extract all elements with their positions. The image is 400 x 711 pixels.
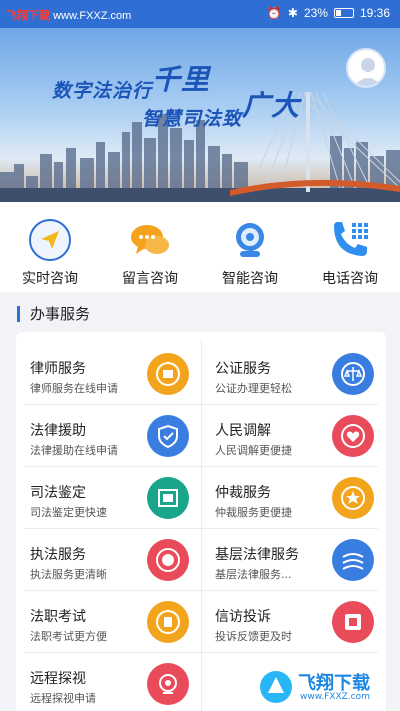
quick-action-message[interactable]: 留言咨询 [100, 202, 200, 292]
mediation-heart-icon [332, 415, 374, 457]
send-icon [28, 218, 72, 262]
section-title: 办事服务 [17, 306, 90, 322]
services-grid: 律师服务 律师服务在线申请 公证服务 公证办理更轻松 法律援助 法律援助在线申请… [16, 332, 386, 711]
quick-action-realtime[interactable]: 实时咨询 [0, 202, 100, 292]
status-indicators: ⏰ ✱ 23% 19:36 [267, 6, 390, 20]
service-appraisal[interactable]: 司法鉴定 司法鉴定更快速 [16, 466, 201, 528]
notary-scale-icon [332, 353, 374, 395]
battery-icon [333, 8, 354, 18]
quick-action-phone[interactable]: 电话咨询 [300, 202, 400, 292]
hero-banner: 数字法治行千里 智慧司法致广大 [0, 28, 400, 202]
alarm-icon: ⏰ [266, 6, 282, 20]
service-legal-aid[interactable]: 法律援助 法律援助在线申请 [16, 404, 201, 466]
robot-icon [228, 218, 272, 262]
appraisal-seal-icon [147, 477, 189, 519]
complaint-letter-icon [332, 601, 374, 643]
battery-percent: 23% [303, 6, 328, 20]
service-grassroots-legal[interactable]: 基层法律服务 基层法律服务... [201, 528, 386, 590]
arbitration-emblem-icon [332, 477, 374, 519]
legal-aid-shield-icon [147, 415, 189, 457]
service-complaint[interactable]: 信访投诉 投诉反馈更及时 [201, 590, 386, 652]
watermark-label: 飞翔下载 www.FXXZ.com [6, 10, 132, 22]
consult-quick-actions: 实时咨询 留言咨询 智能咨询 电话咨询 [0, 202, 400, 292]
chat-bubbles-icon [128, 218, 172, 262]
site-watermark: 飞翔下载 www.FXXZ.com [258, 667, 394, 707]
remote-visit-camera-icon [147, 663, 189, 705]
service-mediation[interactable]: 人民调解 人民调解更便捷 [201, 404, 386, 466]
service-remote-visit[interactable]: 远程探视 远程探视申请 [16, 652, 201, 711]
clock: 19:36 [359, 6, 390, 20]
status-bar: 飞翔下载 www.FXXZ.com ⏰ ✱ 23% 19:36 [0, 0, 400, 28]
user-icon [354, 58, 382, 86]
law-enforcement-emblem-icon [147, 539, 189, 581]
service-enforcement[interactable]: 执法服务 执法服务更清晰 [16, 528, 201, 590]
banner-slogan-line2: 智慧司法致广大 [142, 89, 301, 130]
grassroots-service-icon [332, 539, 374, 581]
watermark-site: www.FXXZ.com [300, 692, 370, 702]
service-arbitration[interactable]: 仲裁服务 仲裁服务更便捷 [201, 466, 386, 528]
service-exam[interactable]: 法职考试 法职考试更方便 [16, 590, 201, 652]
lawyer-badge-icon [147, 353, 189, 395]
phone-icon [328, 218, 372, 262]
bluetooth-icon: ✱ [287, 6, 298, 20]
quick-action-smart[interactable]: 智能咨询 [200, 202, 300, 292]
service-notary[interactable]: 公证服务 公证办理更轻松 [201, 342, 386, 404]
exam-emblem-icon [147, 601, 189, 643]
service-lawyer[interactable]: 律师服务 律师服务在线申请 [16, 342, 201, 404]
user-avatar[interactable] [346, 48, 386, 88]
